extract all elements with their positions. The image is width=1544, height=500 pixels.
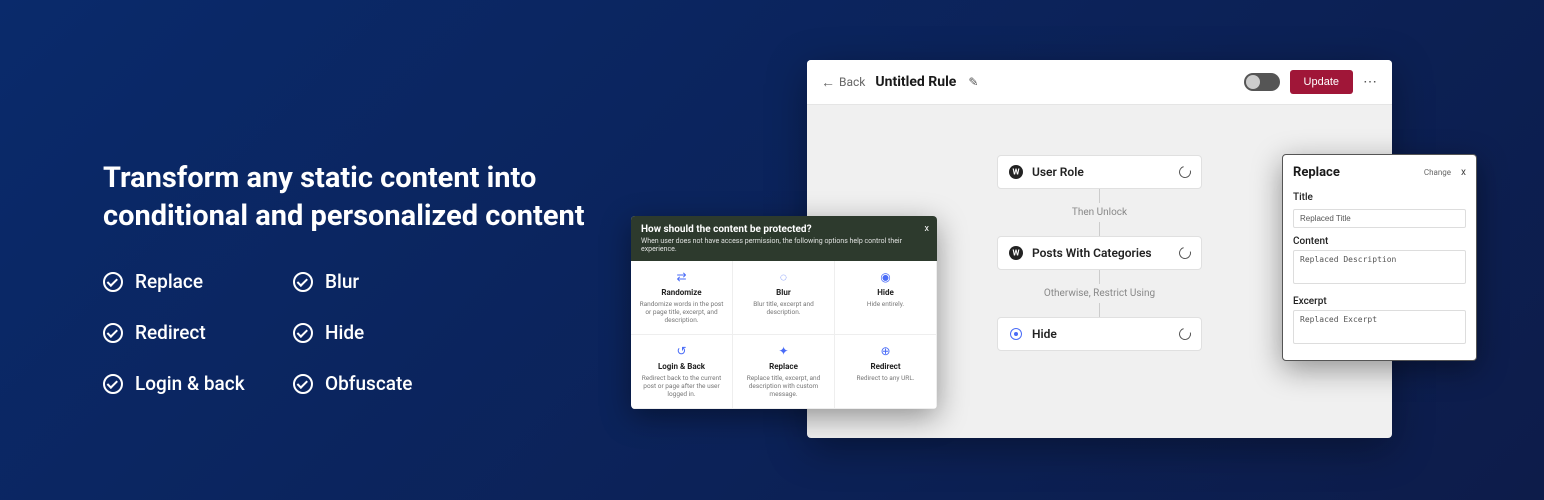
check-icon xyxy=(103,272,123,292)
check-icon xyxy=(103,323,123,343)
option-title: Randomize xyxy=(661,288,701,297)
feature-list: Replace Blur Redirect Hide Login & back … xyxy=(103,270,613,395)
option-title: Hide xyxy=(877,288,894,297)
field-label-title: Title xyxy=(1293,192,1466,203)
feature-obfuscate: Obfuscate xyxy=(293,372,483,395)
option-title: Redirect xyxy=(870,362,900,371)
side-panel-header: Replace Change x xyxy=(1293,165,1466,180)
change-button[interactable]: Change xyxy=(1424,168,1451,177)
editor-header: ← Back Untitled Rule ✎ Update ⋯ xyxy=(807,60,1392,105)
replace-side-panel: Replace Change x Title Content Excerpt xyxy=(1282,154,1477,361)
blur-icon: ◌ xyxy=(776,269,792,285)
feature-label: Replace xyxy=(135,270,203,293)
update-button[interactable]: Update xyxy=(1290,70,1353,94)
rule-card-posts-categories[interactable]: Posts With Categories xyxy=(997,236,1202,270)
modal-options-grid: ⇄ Randomize Randomize words in the post … xyxy=(631,261,937,409)
side-panel-title: Replace xyxy=(1293,165,1340,180)
option-replace[interactable]: ✦ Replace Replace title, excerpt, and de… xyxy=(733,335,835,409)
content-textarea[interactable] xyxy=(1293,250,1466,284)
option-desc: Replace title, excerpt, and description … xyxy=(739,374,828,398)
flow-label-then: Then Unlock xyxy=(1072,207,1127,218)
rule-card-hide[interactable]: Hide xyxy=(997,317,1202,351)
option-desc: Redirect back to the current post or pag… xyxy=(637,374,726,398)
feature-hide: Hide xyxy=(293,321,483,344)
login-icon: ↺ xyxy=(674,343,690,359)
option-blur[interactable]: ◌ Blur Blur title, excerpt and descripti… xyxy=(733,261,835,335)
field-label-excerpt: Excerpt xyxy=(1293,296,1466,307)
option-title: Login & Back xyxy=(658,362,705,371)
rule-card-label: Posts With Categories xyxy=(1032,246,1152,260)
option-hide[interactable]: ◉ Hide Hide entirely. xyxy=(835,261,937,335)
feature-redirect: Redirect xyxy=(103,321,293,344)
close-icon[interactable]: x xyxy=(1461,167,1466,178)
back-button[interactable]: ← Back xyxy=(821,74,865,91)
modal-subtitle: When user does not have access permissio… xyxy=(641,237,927,253)
title-input[interactable] xyxy=(1293,209,1466,228)
feature-label: Obfuscate xyxy=(325,372,413,395)
option-desc: Blur title, excerpt and description. xyxy=(739,300,828,316)
refresh-icon[interactable] xyxy=(1177,245,1193,261)
check-icon xyxy=(293,374,313,394)
check-icon xyxy=(103,374,123,394)
feature-label: Login & back xyxy=(135,372,245,395)
rule-card-user-role[interactable]: User Role xyxy=(997,155,1202,189)
arrow-left-icon: ← xyxy=(821,74,835,91)
option-login-back[interactable]: ↺ Login & Back Redirect back to the curr… xyxy=(631,335,733,409)
replace-icon: ✦ xyxy=(776,343,792,359)
option-redirect[interactable]: ⊕ Redirect Redirect to any URL. xyxy=(835,335,937,409)
refresh-icon[interactable] xyxy=(1177,326,1193,342)
rule-card-label: User Role xyxy=(1032,165,1084,179)
connector xyxy=(1099,189,1100,203)
option-desc: Redirect to any URL. xyxy=(856,374,914,382)
close-icon[interactable]: x xyxy=(925,224,929,234)
redirect-icon: ⊕ xyxy=(878,343,894,359)
rule-title: Untitled Rule xyxy=(875,74,956,90)
option-title: Replace xyxy=(769,362,798,371)
connector xyxy=(1099,222,1100,236)
feature-label: Blur xyxy=(325,270,359,293)
hero-section: Transform any static content into condit… xyxy=(103,160,613,395)
randomize-icon: ⇄ xyxy=(674,269,690,285)
wordpress-icon xyxy=(1008,245,1024,261)
connector xyxy=(1099,303,1100,317)
modal-title: How should the content be protected? xyxy=(641,224,927,235)
hero-title: Transform any static content into condit… xyxy=(103,160,613,235)
field-label-content: Content xyxy=(1293,236,1466,247)
back-label: Back xyxy=(839,75,865,89)
option-desc: Hide entirely. xyxy=(867,300,904,308)
option-title: Blur xyxy=(776,288,791,297)
check-icon xyxy=(293,272,313,292)
feature-label: Redirect xyxy=(135,321,206,344)
publish-toggle[interactable] xyxy=(1244,73,1280,91)
excerpt-textarea[interactable] xyxy=(1293,310,1466,344)
wordpress-icon xyxy=(1008,164,1024,180)
feature-login-back: Login & back xyxy=(103,372,293,395)
refresh-icon[interactable] xyxy=(1177,164,1193,180)
feature-replace: Replace xyxy=(103,270,293,293)
pencil-icon[interactable]: ✎ xyxy=(968,75,978,89)
check-icon xyxy=(293,323,313,343)
hide-icon xyxy=(1008,326,1024,342)
hide-icon: ◉ xyxy=(878,269,894,285)
rule-card-label: Hide xyxy=(1032,327,1057,341)
flow-label-otherwise: Otherwise, Restrict Using xyxy=(1044,288,1155,299)
feature-label: Hide xyxy=(325,321,364,344)
modal-header: How should the content be protected? Whe… xyxy=(631,216,937,261)
connector xyxy=(1099,270,1100,284)
more-icon[interactable]: ⋯ xyxy=(1363,74,1378,90)
option-randomize[interactable]: ⇄ Randomize Randomize words in the post … xyxy=(631,261,733,335)
option-desc: Randomize words in the post or page titl… xyxy=(637,300,726,324)
feature-blur: Blur xyxy=(293,270,483,293)
protection-modal: How should the content be protected? Whe… xyxy=(631,216,937,409)
